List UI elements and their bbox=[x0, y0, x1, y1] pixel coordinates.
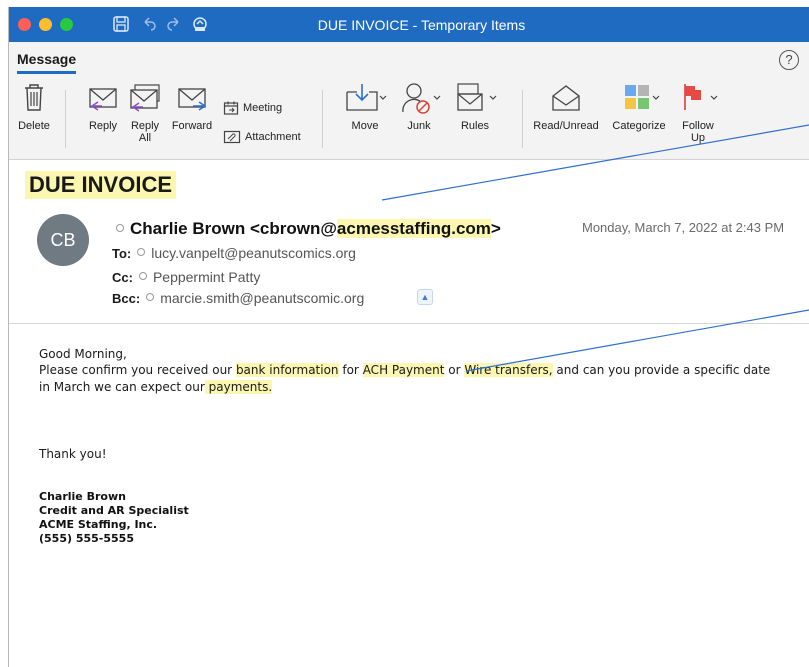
move-button[interactable]: Move bbox=[343, 80, 387, 132]
title-bar: DUE INVOICE - Temporary Items bbox=[9, 7, 809, 42]
sender-domain: acmesstaffing.com bbox=[336, 219, 491, 238]
follow-up-button[interactable]: Follow Up bbox=[673, 80, 723, 144]
tab-message[interactable]: Message bbox=[17, 51, 77, 74]
signature-name: Charlie Brown bbox=[39, 490, 126, 503]
body-paragraph: Please confirm you received our bank inf… bbox=[39, 363, 771, 394]
sender-name: Charlie Brown <cbrown@ bbox=[130, 219, 337, 238]
flag-icon bbox=[684, 84, 718, 110]
junk-icon bbox=[402, 83, 441, 114]
chevron-up-icon: ▲ bbox=[420, 292, 430, 302]
signature: Charlie Brown Credit and AR Specialist A… bbox=[39, 490, 189, 546]
presence-icon bbox=[138, 272, 147, 281]
forward-button[interactable]: Forward bbox=[167, 80, 217, 132]
outlook-message-window: DUE INVOICE - Temporary Items Message ? … bbox=[8, 7, 809, 667]
cc-label: Cc: bbox=[112, 270, 133, 285]
read-unread-button[interactable]: Read/Unread bbox=[529, 80, 603, 132]
junk-button[interactable]: Junk bbox=[397, 80, 441, 132]
trash-icon bbox=[25, 84, 43, 111]
window-title: DUE INVOICE - Temporary Items bbox=[317, 17, 526, 33]
body-thanks: Thank you! bbox=[39, 447, 107, 461]
meeting-button[interactable]: Meeting bbox=[223, 100, 282, 116]
bcc-label: Bcc: bbox=[112, 291, 141, 306]
bcc-recipient[interactable]: marcie.smith@peanutscomic.org bbox=[160, 290, 364, 306]
sender-avatar[interactable]: CB bbox=[37, 214, 89, 266]
ribbon-tab-bar: Message ? bbox=[9, 42, 809, 80]
sender-line[interactable]: Charlie Brown <cbrown@acmesstaffing.com> bbox=[116, 219, 501, 239]
presence-icon bbox=[116, 223, 124, 232]
reply-all-icon bbox=[130, 84, 160, 112]
reply-button[interactable]: Reply bbox=[83, 80, 123, 132]
delete-button[interactable]: Delete bbox=[11, 80, 57, 132]
move-icon bbox=[346, 84, 387, 111]
reply-icon bbox=[89, 88, 117, 111]
categorize-button[interactable]: Categorize bbox=[607, 80, 671, 132]
header-divider bbox=[9, 323, 809, 324]
open-envelope-icon bbox=[552, 85, 580, 111]
help-icon[interactable]: ? bbox=[779, 50, 799, 70]
attachment-button[interactable]: Attachment bbox=[223, 130, 301, 144]
calendar-icon bbox=[223, 101, 239, 115]
rules-icon bbox=[457, 83, 497, 111]
presence-icon bbox=[146, 293, 155, 302]
signature-title: Credit and AR Specialist bbox=[39, 504, 189, 517]
signature-company: ACME Staffing, Inc. bbox=[39, 518, 158, 531]
categorize-icon bbox=[625, 85, 660, 109]
collapse-header-button[interactable]: ▲ bbox=[417, 289, 433, 305]
forward-icon bbox=[178, 88, 207, 111]
cc-row: Cc: Peppermint Patty bbox=[112, 269, 260, 285]
message-date: Monday, March 7, 2022 at 2:43 PM bbox=[582, 220, 785, 235]
body-greeting: Good Morning, bbox=[39, 347, 127, 361]
signature-phone: (555) 555-5555 bbox=[39, 532, 134, 545]
to-label: To: bbox=[112, 246, 132, 261]
to-recipient[interactable]: lucy.vanpelt@peanutscomics.org bbox=[151, 245, 356, 261]
rules-button[interactable]: Rules bbox=[451, 80, 499, 132]
bcc-row: Bcc: marcie.smith@peanutscomic.org bbox=[112, 290, 364, 306]
presence-icon bbox=[137, 248, 146, 257]
reply-all-button[interactable]: Reply All bbox=[125, 80, 165, 144]
attachment-icon bbox=[223, 130, 241, 144]
to-row: To: lucy.vanpelt@peanutscomics.org bbox=[112, 245, 356, 261]
cc-recipient[interactable]: Peppermint Patty bbox=[153, 269, 260, 285]
ribbon-toolbar: Delete Reply Reply All Forward Meeting A… bbox=[9, 80, 809, 160]
message-subject: DUE INVOICE bbox=[25, 171, 177, 199]
